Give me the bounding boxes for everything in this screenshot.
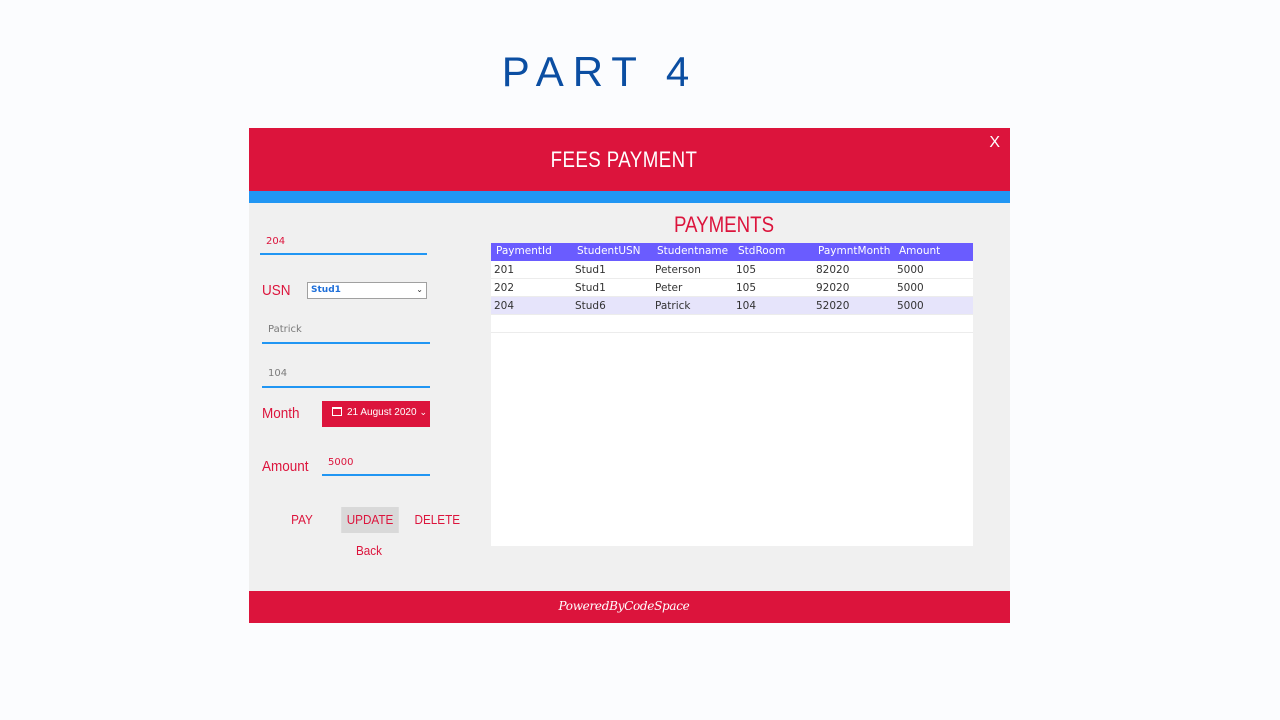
payments-grid[interactable]: PaymentId StudentUSN Studentname StdRoom… xyxy=(491,243,973,546)
amount-field[interactable]: 5000 xyxy=(322,455,430,476)
grid-header: PaymentId StudentUSN Studentname StdRoom… xyxy=(491,243,973,261)
column-header[interactable]: Studentname xyxy=(652,243,733,261)
window-title: FEES PAYMENT xyxy=(550,147,698,172)
room-value: 104 xyxy=(268,368,288,379)
amount-value: 5000 xyxy=(328,457,354,468)
window-footer: PoweredByCodeSpace xyxy=(249,591,1010,623)
payment-id-field[interactable]: 204 xyxy=(260,234,427,255)
delete-button[interactable]: DELETE xyxy=(415,512,461,534)
table-cell: 92020 xyxy=(816,282,850,294)
table-cell: 105 xyxy=(736,282,757,294)
student-name-field[interactable]: Patrick xyxy=(262,322,430,344)
calendar-icon xyxy=(332,407,342,416)
powered-by-text: PoweredByCodeSpace xyxy=(558,599,690,613)
amount-label: Amount xyxy=(262,458,309,475)
student-name-value: Patrick xyxy=(268,324,302,335)
table-cell: Stud6 xyxy=(575,300,606,312)
table-cell: Peter xyxy=(655,282,683,294)
usn-dropdown[interactable]: Stud1 ⌄ xyxy=(307,282,427,299)
month-value: 21 August 2020 xyxy=(347,407,417,418)
usn-label: USN xyxy=(262,282,291,299)
window-header: FEES PAYMENT X xyxy=(249,128,1010,191)
table-cell: 52020 xyxy=(816,300,850,312)
table-row-selected[interactable]: 204 Stud6 Patrick 104 52020 5000 xyxy=(491,297,973,315)
usn-selected-value: Stud1 xyxy=(311,285,341,295)
table-cell: Stud1 xyxy=(575,282,606,294)
table-cell: 202 xyxy=(494,282,515,294)
table-cell: 5000 xyxy=(897,282,924,294)
table-row[interactable]: 201 Stud1 Peterson 105 82020 5000 xyxy=(491,261,973,279)
update-button[interactable]: UPDATE xyxy=(341,507,399,533)
header-strip xyxy=(249,191,1010,203)
fees-payment-window: FEES PAYMENT X 204 USN Stud1 ⌄ Patrick 1… xyxy=(249,128,1010,623)
chevron-down-icon: ⌄ xyxy=(419,407,428,417)
table-cell: 82020 xyxy=(816,264,850,276)
table-cell: 104 xyxy=(736,300,757,312)
column-header[interactable]: StdRoom xyxy=(733,243,813,261)
slide-title: PART 4 xyxy=(501,48,699,95)
payment-id-value: 204 xyxy=(266,236,286,247)
table-cell: 204 xyxy=(494,300,515,312)
month-date-picker[interactable]: 21 August 2020 ⌄ xyxy=(322,401,430,427)
room-field[interactable]: 104 xyxy=(262,366,430,388)
table-cell: Patrick xyxy=(655,300,691,312)
pay-button[interactable]: PAY xyxy=(281,512,322,534)
column-header[interactable]: StudentUSN xyxy=(572,243,652,261)
back-button[interactable]: Back xyxy=(349,543,389,563)
table-cell: Peterson xyxy=(655,264,701,276)
payments-title: PAYMENTS xyxy=(673,212,775,237)
chevron-down-icon: ⌄ xyxy=(416,285,423,294)
table-cell: 5000 xyxy=(897,300,924,312)
close-button[interactable]: X xyxy=(989,134,1000,152)
table-cell: 105 xyxy=(736,264,757,276)
table-row[interactable]: 202 Stud1 Peter 105 92020 5000 xyxy=(491,279,973,297)
column-header[interactable]: PaymntMonth xyxy=(813,243,894,261)
column-header[interactable]: PaymentId xyxy=(491,243,572,261)
table-cell: 5000 xyxy=(897,264,924,276)
table-cell: Stud1 xyxy=(575,264,606,276)
month-label: Month xyxy=(262,405,300,422)
table-cell: 201 xyxy=(494,264,515,276)
table-row-new[interactable] xyxy=(491,315,973,333)
column-header[interactable]: Amount xyxy=(894,243,973,261)
